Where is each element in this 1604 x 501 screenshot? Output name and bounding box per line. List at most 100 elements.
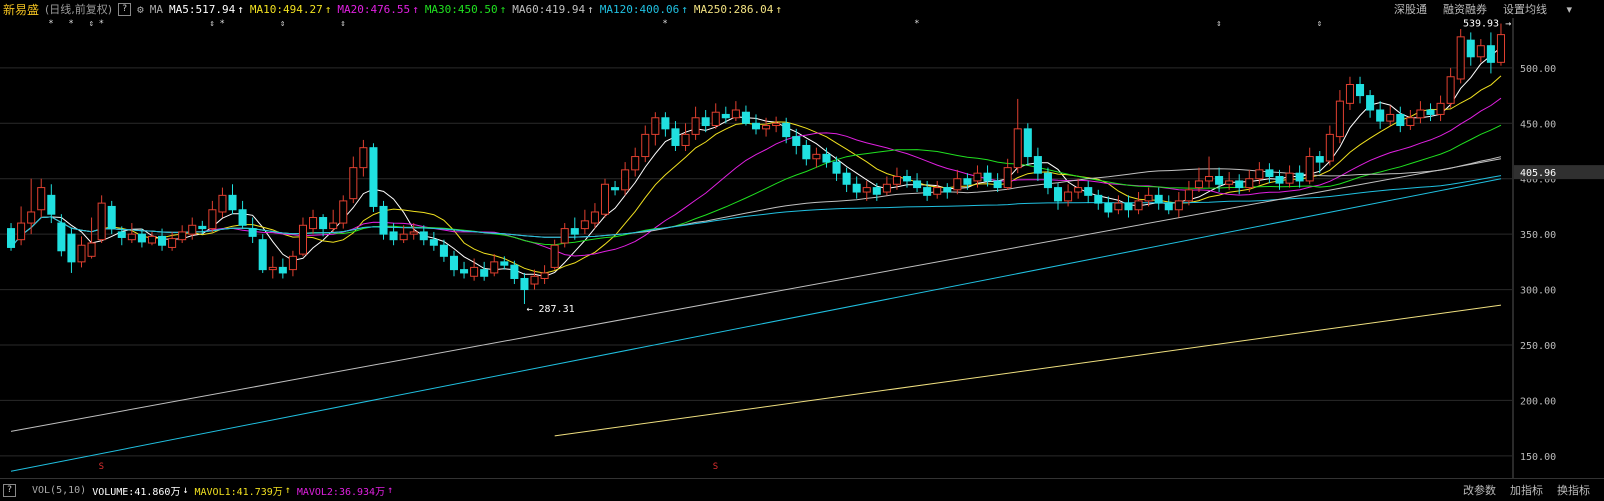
candle-body xyxy=(1104,202,1113,213)
candle-body xyxy=(349,167,358,200)
candle-body xyxy=(812,153,821,160)
ma-indicator-4: MA60:419.94 xyxy=(512,2,586,16)
candle-body xyxy=(600,183,610,215)
event-marker: ⇕ xyxy=(280,19,285,29)
event-marker: ⇕ xyxy=(89,19,94,29)
s-marker: S xyxy=(713,462,718,472)
candle-body xyxy=(741,111,750,124)
mavol1-arrow: ↑ xyxy=(284,484,291,496)
candle-body xyxy=(1084,187,1093,196)
candle-body xyxy=(1315,156,1324,163)
ma-indicator-3: MA30:450.50 xyxy=(424,2,498,16)
add-indicator-button[interactable]: 加指标 xyxy=(1510,482,1543,498)
footer-links: 改参数 加指标 换指标 xyxy=(1463,479,1604,501)
stock-name[interactable]: 新易盛 xyxy=(3,1,39,18)
candle-body xyxy=(1235,180,1244,189)
help-button[interactable]: ? xyxy=(118,2,132,16)
switch-indicator-button[interactable]: 换指标 xyxy=(1557,482,1590,498)
link-margin-trading[interactable]: 融资融券 xyxy=(1443,1,1487,17)
candle-body xyxy=(1074,187,1083,193)
candle-body xyxy=(731,109,740,119)
event-marker: * xyxy=(914,19,919,29)
candle-body xyxy=(580,220,589,230)
price-tick-6: 200.00 xyxy=(1520,396,1556,407)
mavol2-arrow: ↑ xyxy=(387,484,394,496)
ma-settings-label: 设置均线 xyxy=(1502,3,1547,16)
candle-body xyxy=(711,111,720,127)
candle-body xyxy=(1345,84,1354,104)
candle-body xyxy=(842,172,851,185)
candle-body xyxy=(329,222,338,230)
candle-body xyxy=(993,180,1002,189)
candle-body xyxy=(520,277,529,291)
candle-body xyxy=(1366,95,1375,111)
candle-body xyxy=(1386,113,1395,122)
candle-body xyxy=(399,233,408,241)
candle-body xyxy=(560,228,569,244)
candle-body xyxy=(923,187,932,196)
candle-body xyxy=(369,147,378,207)
candle-body xyxy=(1194,180,1203,189)
candle-body xyxy=(77,244,86,263)
ma250-line xyxy=(554,304,1502,437)
volume-bar: ? VOL(5,10) VOLUME:41.860万 ↓ MAVOL1:41.7… xyxy=(0,478,1604,501)
candle-body xyxy=(832,161,841,174)
candle-body xyxy=(429,239,438,246)
ma-indicator-6: MA250:286.04 xyxy=(693,2,774,16)
event-marker: ⇕ xyxy=(1216,19,1221,29)
candle-body xyxy=(681,133,690,146)
modify-params-button[interactable]: 改参数 xyxy=(1463,482,1496,498)
candle-body xyxy=(1335,100,1344,138)
candle-body xyxy=(37,187,46,211)
candle-body xyxy=(47,194,56,215)
candle-body xyxy=(792,136,801,146)
volume-help-button[interactable]: ? xyxy=(3,483,16,497)
candle-body xyxy=(27,211,36,224)
chart-period-label[interactable]: (日线,前复权) xyxy=(45,1,112,17)
candle-body xyxy=(721,113,730,119)
ma-indicator-list: MA5:517.94 ↑ MA10:494.27 ↑ MA20:476.55 ↑ MA30:… xyxy=(163,3,782,16)
candle-body xyxy=(570,228,579,235)
candle-body xyxy=(1164,202,1173,211)
gear-icon[interactable]: ⚙ xyxy=(137,3,144,16)
candle-body xyxy=(540,272,549,279)
link-ma-settings[interactable]: 设置均线 ▾ xyxy=(1503,1,1588,17)
candle-body xyxy=(1456,36,1465,80)
event-marker: * xyxy=(662,19,667,29)
candle-body xyxy=(389,231,398,241)
candle-body xyxy=(872,187,881,195)
candle-body xyxy=(1436,102,1445,115)
price-tick-5: 250.00 xyxy=(1520,341,1556,352)
candle-body xyxy=(1376,109,1385,122)
candle-body xyxy=(641,133,650,158)
candle-body xyxy=(1134,200,1143,211)
event-marker: * xyxy=(48,19,53,29)
price-tick-0: 500.00 xyxy=(1520,64,1556,75)
price-tick-7: 150.00 xyxy=(1520,452,1556,463)
candle-body xyxy=(943,187,952,193)
candle-body xyxy=(1466,39,1475,58)
candle-body xyxy=(248,228,257,237)
ma-arrow-5: ↑ xyxy=(681,2,688,16)
candle-body xyxy=(419,231,428,241)
candle-body xyxy=(218,194,227,213)
ma-arrow-1: ↑ xyxy=(324,2,332,16)
candlestick-chart[interactable]: * * ⇕ * ⇕ * ⇕ ⇕ * * ⇕ ⇕S S 500.00450.00400.00350.003… xyxy=(0,18,1604,478)
chart-header: 新易盛 (日线,前复权) ? ⚙ MA MA5:517.94 ↑ MA10:494.… xyxy=(0,0,1604,18)
candle-body xyxy=(449,255,459,271)
mavol2-value: MAVOL2:36.934万 xyxy=(296,486,386,498)
candle-body xyxy=(1013,128,1022,169)
candle-body xyxy=(57,222,66,252)
candle-body xyxy=(379,205,388,235)
candle-body xyxy=(1486,45,1495,63)
link-hk-connect[interactable]: 深股通 xyxy=(1394,1,1427,17)
candle-body xyxy=(651,117,660,135)
high-price-label: 539.93 → xyxy=(1463,19,1511,30)
candle-body xyxy=(1154,194,1163,204)
price-tick-4: 300.00 xyxy=(1520,286,1556,297)
ma-arrow-6: ↑ xyxy=(775,2,782,16)
candle-body xyxy=(621,169,630,191)
ma-indicator-1: MA10:494.27 xyxy=(249,2,323,16)
candle-body xyxy=(1225,180,1234,185)
volume-arrow: ↓ xyxy=(182,484,189,496)
